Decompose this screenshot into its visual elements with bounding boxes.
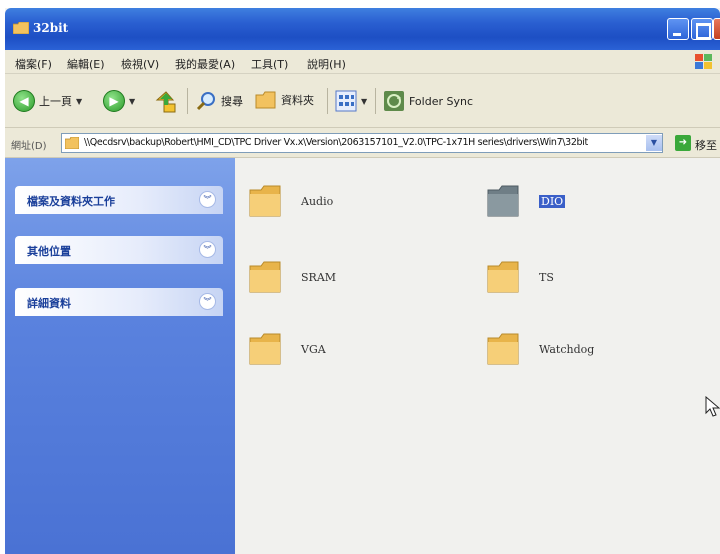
- task-group-other-places[interactable]: 其他位置 ︾: [15, 236, 223, 264]
- chevron-double-down-icon[interactable]: ︾: [199, 191, 216, 208]
- menu-help[interactable]: 說明(H): [307, 56, 346, 72]
- folder-item-sram[interactable]: SRAM: [247, 258, 336, 296]
- forward-arrow-icon: ▶: [103, 90, 125, 112]
- back-button[interactable]: ◀ 上一頁 ▼: [13, 90, 82, 112]
- windows-logo-icon: [695, 54, 712, 69]
- back-label: 上一頁: [39, 95, 72, 108]
- toolbar-separator: [327, 88, 328, 114]
- folders-label: 資料夾: [281, 94, 314, 107]
- close-button[interactable]: [713, 18, 720, 40]
- up-folder-icon: [155, 91, 176, 113]
- title-bar[interactable]: 32bit: [5, 8, 720, 50]
- menu-favorites[interactable]: 我的最愛(A): [175, 56, 235, 72]
- folder-label: Watchdog: [539, 342, 595, 356]
- address-path: \\Qecdsrv\backup\Robert\HMI_CD\TPC Drive…: [84, 137, 588, 148]
- folder-item-watchdog[interactable]: Watchdog: [485, 330, 594, 368]
- views-icon: [335, 90, 357, 112]
- folder-label: SRAM: [301, 270, 337, 284]
- views-button[interactable]: ▼: [335, 90, 367, 112]
- minimize-button[interactable]: [667, 18, 689, 40]
- address-label: 網址(D): [11, 141, 47, 152]
- menu-bar: 檔案(F) 編輯(E) 檢視(V) 我的最愛(A) 工具(T) 說明(H): [5, 50, 720, 74]
- task-group-details[interactable]: 詳細資料 ︾: [15, 288, 223, 316]
- folder-icon: [249, 261, 281, 293]
- explorer-window: 32bit 檔案(F) 編輯(E) 檢視(V) 我的最愛(A) 工具(T) 說明…: [5, 8, 720, 554]
- up-folder-button[interactable]: [155, 90, 177, 114]
- go-label[interactable]: 移至: [695, 137, 717, 153]
- menu-tools[interactable]: 工具(T): [251, 56, 288, 72]
- foldersync-button[interactable]: Folder Sync: [383, 90, 473, 112]
- address-bar: 網址(D) \\Qecdsrv\backup\Robert\HMI_CD\TPC…: [5, 128, 720, 158]
- chevron-down-icon: ▼: [76, 96, 83, 106]
- folder-icon: [249, 185, 281, 217]
- folder-item-audio[interactable]: Audio: [247, 182, 333, 220]
- search-button[interactable]: 搜尋: [195, 90, 243, 112]
- go-arrow-icon[interactable]: ➜: [675, 135, 691, 151]
- folder-label: Audio: [301, 194, 334, 208]
- toolbar-separator: [187, 88, 188, 114]
- folder-item-ts[interactable]: TS: [485, 258, 554, 296]
- folder-label: TS: [539, 270, 554, 284]
- menu-file[interactable]: 檔案(F): [15, 56, 52, 72]
- folder-icon: [487, 261, 519, 293]
- task-pane: 檔案及資料夾工作 ︾ 其他位置 ︾ 詳細資料 ︾: [5, 158, 235, 554]
- chevron-double-down-icon[interactable]: ︾: [199, 241, 216, 258]
- task-group-file-folder-tasks[interactable]: 檔案及資料夾工作 ︾: [15, 186, 223, 214]
- folder-icon: [487, 333, 519, 365]
- window-title: 32bit: [33, 21, 69, 35]
- address-input[interactable]: \\Qecdsrv\backup\Robert\HMI_CD\TPC Drive…: [61, 133, 663, 153]
- back-arrow-icon: ◀: [13, 90, 35, 112]
- mouse-cursor-icon: [705, 396, 720, 417]
- chevron-down-icon: ▼: [129, 96, 136, 106]
- toolbar-separator: [375, 88, 376, 114]
- chevron-double-down-icon[interactable]: ︾: [199, 293, 216, 310]
- menu-edit[interactable]: 編輯(E): [67, 56, 105, 72]
- task-group-title: 詳細資料: [27, 297, 71, 310]
- folders-button[interactable]: 資料夾: [255, 90, 314, 110]
- task-group-title: 檔案及資料夾工作: [27, 195, 115, 208]
- folder-icon: [13, 22, 29, 34]
- folder-label: DIO: [539, 194, 566, 208]
- sync-icon: [384, 91, 404, 111]
- task-group-title: 其他位置: [27, 245, 71, 258]
- maximize-button[interactable]: [691, 18, 713, 40]
- folder-item-dio[interactable]: DIO: [485, 182, 566, 220]
- folder-view: Audio DIO SRAM TS VGA Watchdog: [235, 158, 720, 554]
- folders-icon: [255, 91, 276, 109]
- address-dropdown-button[interactable]: ▼: [646, 135, 662, 151]
- folder-icon: [249, 333, 281, 365]
- forward-button[interactable]: ▶ ▼: [103, 90, 135, 112]
- folder-item-vga[interactable]: VGA: [247, 330, 326, 368]
- search-label: 搜尋: [221, 95, 243, 108]
- search-icon: [196, 92, 215, 111]
- menu-view[interactable]: 檢視(V): [121, 56, 159, 72]
- folder-icon: [65, 137, 79, 149]
- foldersync-label: Folder Sync: [409, 94, 474, 108]
- chevron-down-icon: ▼: [361, 96, 368, 106]
- folder-label: VGA: [301, 342, 326, 356]
- folder-icon: [487, 185, 519, 217]
- toolbar: ◀ 上一頁 ▼ ▶ ▼ 搜尋 資料夾 ▼ Folder Sync: [5, 74, 720, 128]
